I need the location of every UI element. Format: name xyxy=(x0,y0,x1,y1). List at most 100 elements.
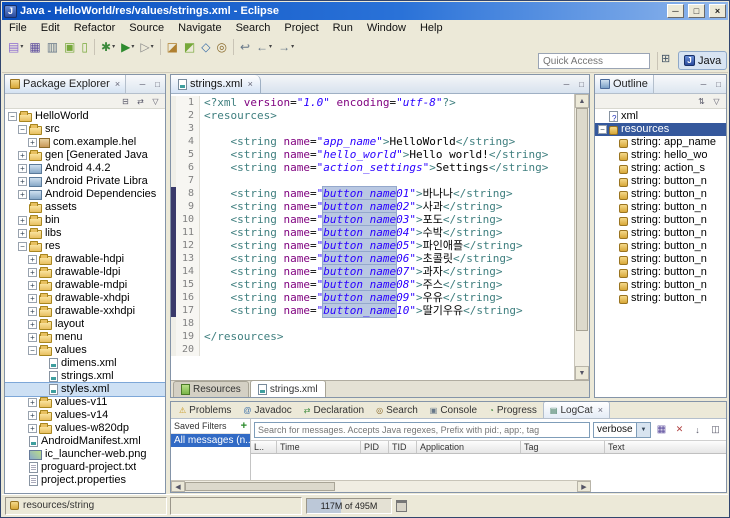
add-filter-icon[interactable]: + xyxy=(241,420,247,432)
code-line[interactable]: 18 xyxy=(171,317,574,330)
tree-item-strings-xml[interactable]: strings.xml xyxy=(5,370,165,383)
menu-navigate[interactable]: Navigate xyxy=(171,21,228,35)
expander-plus-icon[interactable]: + xyxy=(28,138,37,147)
logcat-column-l[interactable]: L.. xyxy=(251,441,277,453)
print-icon[interactable]: ▥ xyxy=(44,38,61,56)
outline-tab[interactable]: Outline xyxy=(595,75,654,93)
menu-project[interactable]: Project xyxy=(277,21,325,35)
tab-resources[interactable]: Resources xyxy=(173,381,249,397)
search-icon[interactable]: ◎ xyxy=(214,38,230,56)
outline-item-string-button-n[interactable]: string: button_n xyxy=(595,214,726,227)
expander-plus-icon[interactable]: + xyxy=(28,307,37,316)
log-display-settings-icon[interactable]: ◫ xyxy=(708,423,723,436)
package-explorer-close-icon[interactable]: × xyxy=(115,79,120,89)
new-wizard-icon[interactable]: ▤ ▾ xyxy=(5,38,26,56)
outline-item-string-button-n[interactable]: string: button_n xyxy=(595,292,726,305)
horizontal-scrollbar-thumb[interactable] xyxy=(185,482,335,491)
outline-item-string-button-n[interactable]: string: button_n xyxy=(595,175,726,188)
tree-item-res[interactable]: − res xyxy=(5,240,165,253)
expander-minus-icon[interactable]: − xyxy=(28,346,37,355)
menu-edit[interactable]: Edit xyxy=(34,21,67,35)
package-explorer-maximize-icon[interactable]: □ xyxy=(150,78,165,91)
dropdown-arrow-icon[interactable]: ▾ xyxy=(131,43,134,50)
log-level-dropdown-icon[interactable]: ▼ xyxy=(636,422,650,437)
android-sdk-manager-icon[interactable]: ▣ xyxy=(61,38,78,56)
collapse-all-icon[interactable]: ⊟ xyxy=(118,95,133,108)
logcat-column-time[interactable]: Time xyxy=(277,441,361,453)
outline-sort-icon[interactable]: ⇅ xyxy=(694,95,709,108)
outline-view-menu-icon[interactable]: ▽ xyxy=(709,95,724,108)
log-level-select[interactable]: verbose ▼ xyxy=(593,421,651,438)
logcat-column-application[interactable]: Application xyxy=(417,441,521,453)
tab-javadoc[interactable]: @ Javadoc xyxy=(237,402,297,418)
code-line[interactable]: 15 <string name="button_name08">주스</stri… xyxy=(171,277,574,292)
expander-plus-icon[interactable]: + xyxy=(18,151,27,160)
outline-item-string-button-n[interactable]: string: button_n xyxy=(595,227,726,240)
tree-item-menu[interactable]: + menu xyxy=(5,331,165,344)
expander-plus-icon[interactable]: + xyxy=(18,216,27,225)
scroll-left-icon[interactable]: ◀ xyxy=(171,481,185,492)
menu-file[interactable]: File xyxy=(2,21,34,35)
expander-plus-icon[interactable]: + xyxy=(28,255,37,264)
scroll-lock-icon[interactable]: ↓ xyxy=(690,423,705,436)
code-line[interactable]: 2 <resources> xyxy=(171,109,574,122)
quick-access-input[interactable] xyxy=(538,53,650,69)
code-line[interactable]: 3 xyxy=(171,122,574,135)
code-line[interactable]: 11 <string name="button_name04">수박</stri… xyxy=(171,225,574,240)
clear-log-icon[interactable]: ✕ xyxy=(672,423,687,436)
expander-plus-icon[interactable]: + xyxy=(18,177,27,186)
close-window-button[interactable]: × xyxy=(709,4,726,18)
tree-item-dimens-xml[interactable]: dimens.xml xyxy=(5,357,165,370)
tree-item-helloworld[interactable]: − HelloWorld xyxy=(5,110,165,123)
scroll-right-icon[interactable]: ▶ xyxy=(577,481,591,492)
outline-item-string-button-n[interactable]: string: button_n xyxy=(595,240,726,253)
dropdown-arrow-icon[interactable]: ▾ xyxy=(269,43,272,50)
tab-close-icon[interactable]: × xyxy=(598,405,603,415)
tree-item-values-v11[interactable]: + values-v11 xyxy=(5,396,165,409)
code-line[interactable]: 4 <string name="app_name">HelloWorld</st… xyxy=(171,135,574,148)
logcat-column-pid[interactable]: PID xyxy=(361,441,389,453)
filter-all-messages[interactable]: All messages (n... xyxy=(171,434,250,447)
tree-item-src[interactable]: − src xyxy=(5,123,165,136)
save-icon[interactable]: ▦ xyxy=(26,38,43,56)
maximize-window-button[interactable]: □ xyxy=(688,4,705,18)
tab-console[interactable]: ▣ Console xyxy=(424,402,483,418)
code-line[interactable]: 6 <string name="action_settings">Setting… xyxy=(171,161,574,174)
garbage-collect-icon[interactable] xyxy=(396,499,407,512)
outline-item-string-hello-wo[interactable]: string: hello_wo xyxy=(595,149,726,162)
debug-icon[interactable]: ✱ ▾ xyxy=(98,38,118,56)
dropdown-arrow-icon[interactable]: ▾ xyxy=(291,43,294,50)
outline-maximize-icon[interactable]: □ xyxy=(711,78,726,91)
package-explorer-tab[interactable]: Package Explorer × xyxy=(5,75,127,93)
code-line[interactable]: 5 <string name="hello_world">Hello world… xyxy=(171,148,574,161)
code-line[interactable]: 9 <string name="button_name02">사과</strin… xyxy=(171,199,574,214)
tree-item-android-4-4-2[interactable]: + Android 4.4.2 xyxy=(5,162,165,175)
dropdown-arrow-icon[interactable]: ▾ xyxy=(151,43,154,50)
outline-item-string-button-n[interactable]: string: button_n xyxy=(595,279,726,292)
code-line[interactable]: 13 <string name="button_name06">초콜릿</str… xyxy=(171,251,574,266)
code-line[interactable]: 10 <string name="button_name03">포도</stri… xyxy=(171,212,574,227)
scroll-track[interactable] xyxy=(575,331,589,366)
logcat-column-tag[interactable]: Tag xyxy=(521,441,605,453)
tree-item-android-private-libra[interactable]: + Android Private Libra xyxy=(5,175,165,188)
back-icon[interactable]: ← ▾ xyxy=(253,38,275,56)
tree-item-android-dependencies[interactable]: + Android Dependencies xyxy=(5,188,165,201)
external-tools-icon[interactable]: ▷ ▾ xyxy=(137,38,156,56)
editor-minimize-icon[interactable]: ─ xyxy=(559,78,574,91)
outline-item-string-button-n[interactable]: string: button_n xyxy=(595,266,726,279)
tab-problems[interactable]: ⚠ Problems xyxy=(173,402,237,418)
logcat-column-text[interactable]: Text xyxy=(605,441,726,453)
expander-plus-icon[interactable]: + xyxy=(18,164,27,173)
dropdown-arrow-icon[interactable]: ▾ xyxy=(112,43,115,50)
expander-plus-icon[interactable]: + xyxy=(28,294,37,303)
tab-strings-xml-source[interactable]: strings.xml xyxy=(249,380,326,397)
tree-item-values-w820dp[interactable]: + values-w820dp xyxy=(5,422,165,435)
menu-source[interactable]: Source xyxy=(122,21,171,35)
view-menu-icon[interactable]: ▽ xyxy=(148,95,163,108)
outline-item-string-action-s[interactable]: string: action_s xyxy=(595,162,726,175)
scroll-down-icon[interactable]: ▼ xyxy=(575,366,589,380)
expander-plus-icon[interactable]: + xyxy=(28,411,37,420)
tree-item-gen-generated-java[interactable]: + gen [Generated Java xyxy=(5,149,165,162)
tree-item-com-example-hel[interactable]: + com.example.hel xyxy=(5,136,165,149)
new-java-project-icon[interactable]: ◪ xyxy=(164,38,181,56)
